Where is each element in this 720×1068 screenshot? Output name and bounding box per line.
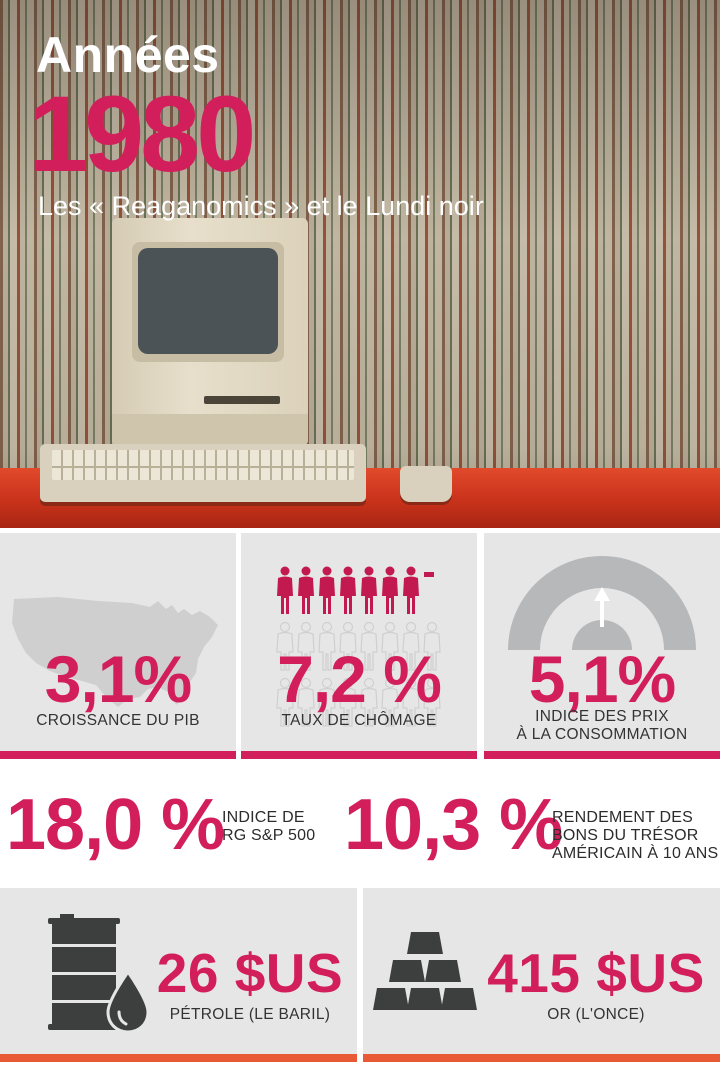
- cpi-tile: 5,1% INDICE DES PRIX À LA CONSOMMATION: [484, 533, 720, 759]
- oil-tile: 26 $US PÉTROLE (LE BARIL): [0, 888, 357, 1062]
- sp500-value: 18,0 %: [6, 785, 225, 865]
- hero-banner: Années 1980 Les « Reaganomics » et le Lu…: [0, 0, 720, 528]
- hero-year: 1980: [28, 73, 256, 194]
- cpi-value: 5,1%: [528, 642, 676, 716]
- cpi-label-line2: À LA CONSOMMATION: [516, 726, 688, 743]
- treasury-label-line1: RENDEMENT DES: [552, 809, 693, 826]
- mouse-illustration: [400, 466, 452, 502]
- gold-bars-icon: [373, 932, 477, 1010]
- gold-label: OR (L'ONCE): [547, 1006, 645, 1023]
- gold-tile-bar: [363, 1054, 720, 1062]
- unemployment-tile-bar: [241, 751, 477, 759]
- oil-label: PÉTROLE (LE BARIL): [169, 1006, 331, 1023]
- oil-tile-bar: [0, 1054, 357, 1062]
- computer-screen: [138, 248, 278, 354]
- floppy-slot: [204, 396, 280, 404]
- oil-barrel-icon: [48, 914, 150, 1034]
- gold-tile: 415 $US OR (L'ONCE): [363, 888, 720, 1062]
- gdp-label: CROISSANCE DU PIB: [36, 712, 200, 729]
- oil-value: 26 $US: [156, 942, 344, 1004]
- unemployment-value: 7,2 %: [277, 642, 442, 716]
- treasury-label-line2: BONS DU TRÉSOR: [552, 827, 699, 844]
- computer-base: [112, 414, 308, 446]
- gold-value: 415 $US: [487, 942, 705, 1004]
- unemployment-label: TAUX DE CHÔMAGE: [281, 712, 437, 729]
- sp500-label-line1: INDICE DE: [222, 809, 305, 826]
- treasury-value: 10,3 %: [344, 785, 563, 865]
- gdp-tile-bar: [0, 751, 236, 759]
- cpi-label-line1: INDICE DES PRIX: [535, 708, 669, 725]
- gdp-tile: 3,1% CROISSANCE DU PIB: [0, 533, 236, 759]
- treasury-label-line3: AMÉRICAIN À 10 ANS: [552, 845, 719, 862]
- hero-subtitle: Les « Reaganomics » et le Lundi noir: [38, 191, 484, 221]
- unemployment-tile: 7,2 % TAUX DE CHÔMAGE: [241, 533, 477, 759]
- sp500-label-line2: RG S&P 500: [222, 827, 316, 844]
- screen-bezel: [132, 242, 284, 362]
- gdp-value: 3,1%: [44, 642, 192, 716]
- keyboard-illustration: [40, 444, 366, 502]
- keyboard-keys: [52, 450, 354, 480]
- keyboard-row-divider: [52, 466, 354, 468]
- vintage-computer-illustration: [112, 218, 308, 446]
- cpi-tile-bar: [484, 751, 720, 759]
